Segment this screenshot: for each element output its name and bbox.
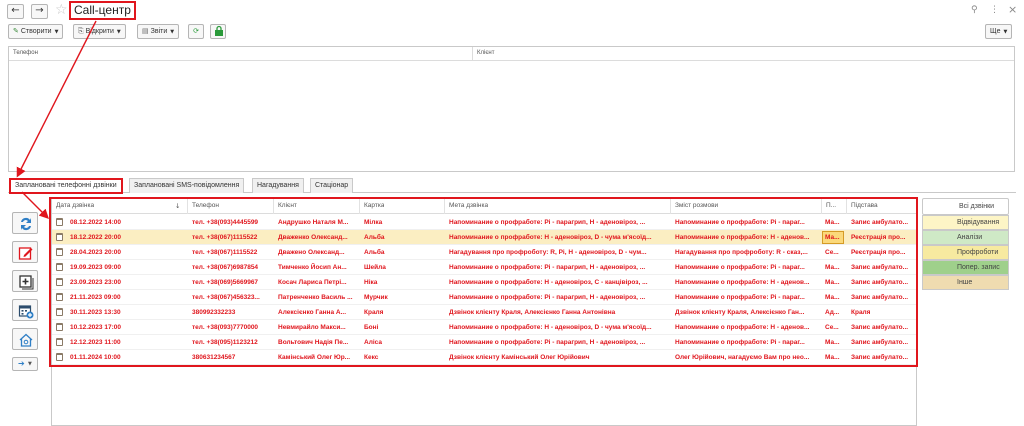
annotation-arrows <box>16 20 97 219</box>
